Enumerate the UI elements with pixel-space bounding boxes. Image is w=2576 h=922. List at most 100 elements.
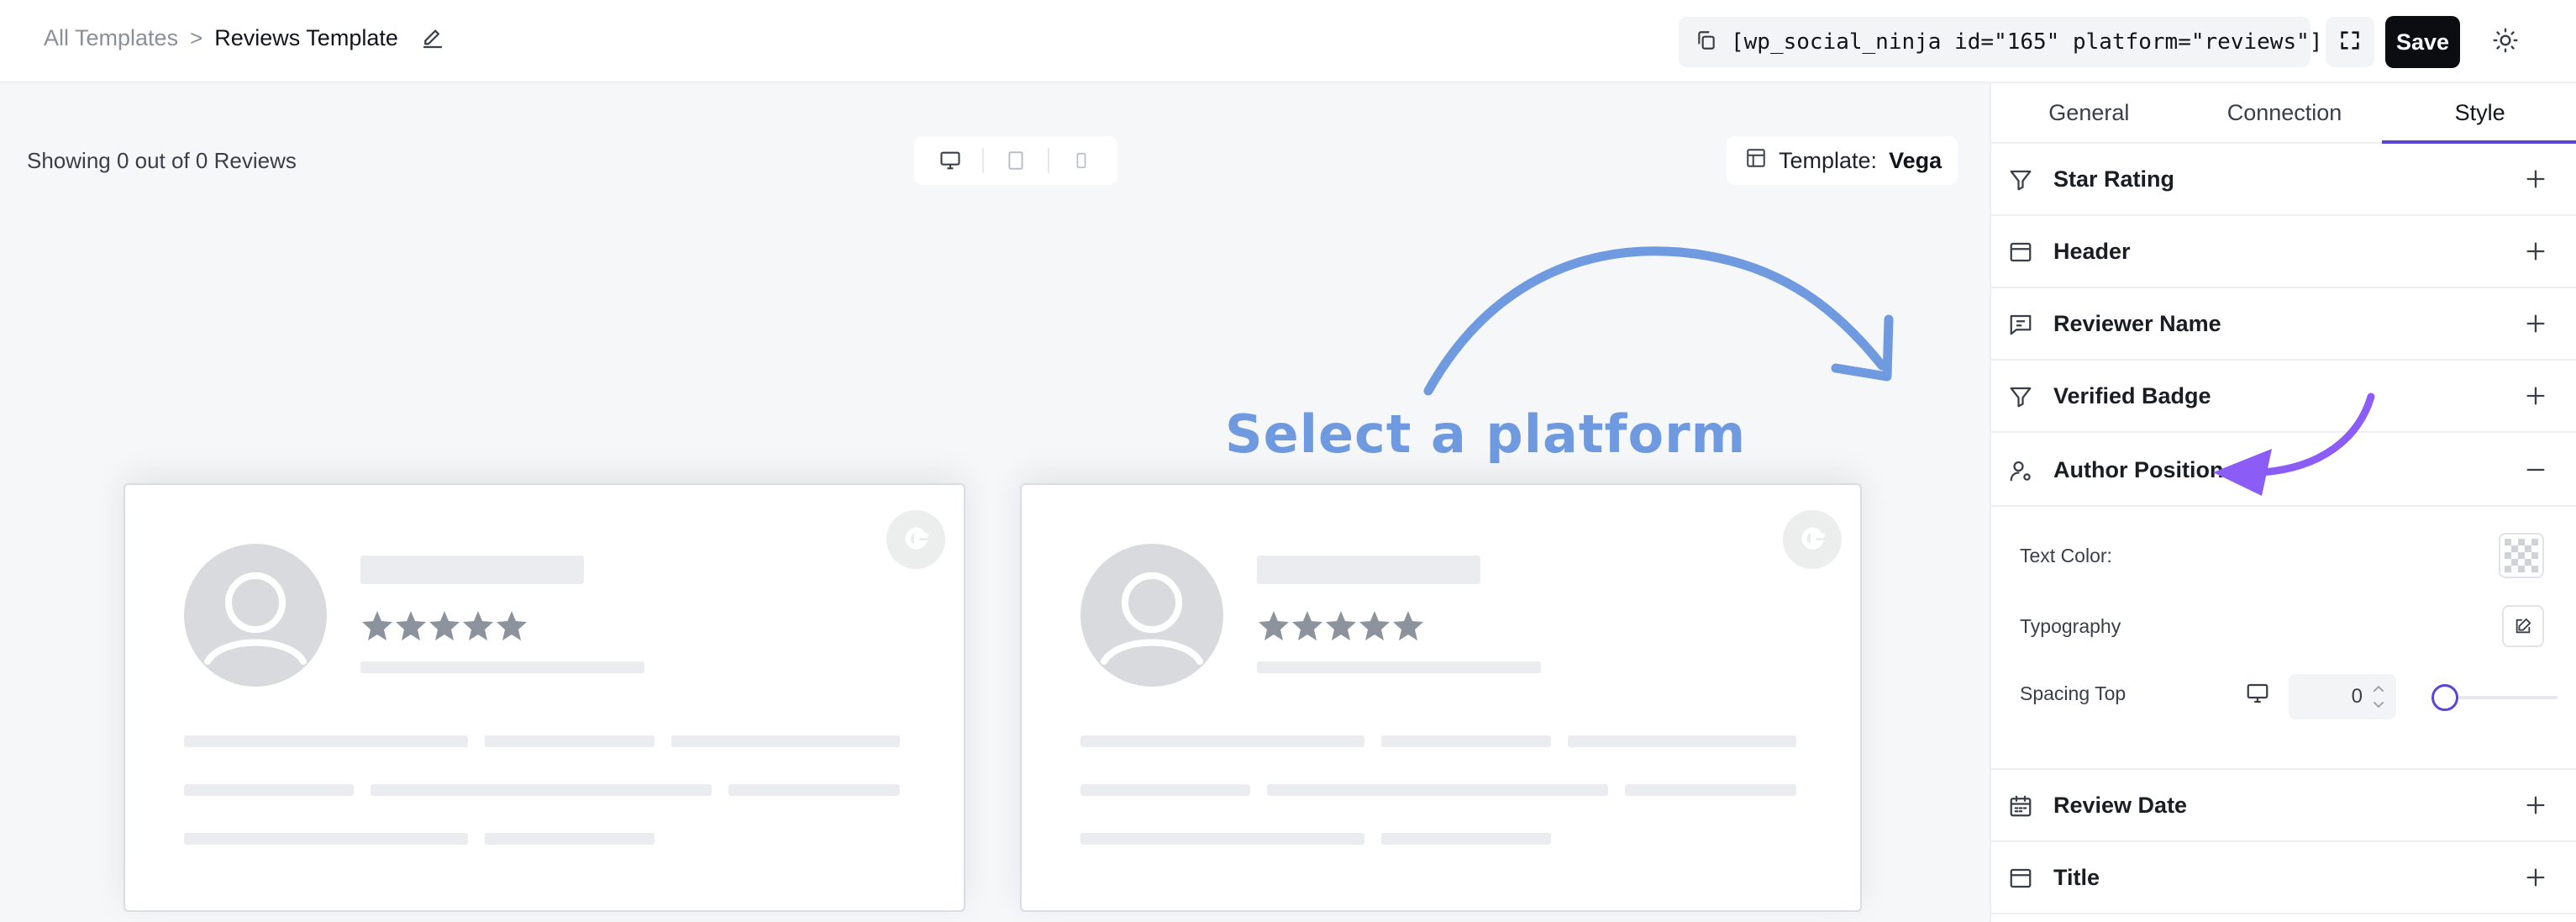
breadcrumb-separator: > bbox=[190, 25, 203, 50]
plus-icon[interactable] bbox=[2524, 384, 2547, 408]
placeholder-line bbox=[184, 735, 468, 747]
window-icon bbox=[2010, 868, 2032, 888]
calendar-icon bbox=[2010, 795, 2032, 817]
star-rating-icon bbox=[1259, 611, 1423, 640]
annotation-arrow-icon bbox=[2213, 393, 2375, 496]
spacing-top-input[interactable]: 0 bbox=[2289, 674, 2396, 719]
placeholder-line bbox=[1568, 735, 1796, 747]
expand-icon bbox=[2338, 29, 2362, 56]
stepper-arrows-icon[interactable] bbox=[2371, 679, 2386, 714]
text-color-picker[interactable] bbox=[2499, 533, 2544, 578]
placeholder-line bbox=[1257, 661, 1541, 673]
google-icon bbox=[1783, 510, 1842, 569]
mobile-icon[interactable] bbox=[1069, 148, 1094, 173]
divider bbox=[981, 148, 984, 173]
star-rating-icon bbox=[362, 611, 527, 640]
avatar bbox=[184, 544, 327, 687]
section-title[interactable]: Title bbox=[1991, 842, 2576, 914]
section-header[interactable]: Header bbox=[1991, 216, 2576, 288]
plus-icon[interactable] bbox=[2524, 240, 2547, 263]
typography-label: Typography bbox=[2020, 615, 2121, 637]
spacing-top-slider[interactable] bbox=[2431, 684, 2558, 711]
top-bar: All Templates > Reviews Template [wp_soc… bbox=[0, 0, 2576, 83]
section-label: Star Rating bbox=[2053, 166, 2175, 192]
placeholder-line bbox=[728, 784, 900, 796]
section-star-rating[interactable]: Star Rating bbox=[1991, 144, 2576, 216]
placeholder-line bbox=[1381, 735, 1551, 747]
placeholder-line bbox=[1080, 784, 1250, 796]
placeholder-line bbox=[1267, 784, 1608, 796]
message-icon bbox=[2010, 314, 2032, 335]
section-reviewer-name[interactable]: Reviewer Name bbox=[1991, 288, 2576, 361]
shortcode-copy[interactable]: [wp_social_ninja id="165" platform="revi… bbox=[1679, 17, 2322, 67]
placeholder-line bbox=[1381, 833, 1551, 845]
settings-tabs: General Connection Style bbox=[1991, 83, 2576, 144]
section-label: Author Position bbox=[2053, 456, 2224, 482]
copy-icon bbox=[1695, 29, 1717, 55]
plus-icon[interactable] bbox=[2524, 866, 2547, 889]
shortcode-text: [wp_social_ninja id="165" platform="revi… bbox=[1731, 29, 2323, 55]
section-label: Title bbox=[2053, 864, 2100, 890]
user-pin-icon bbox=[2010, 461, 2031, 482]
curved-arrow-icon bbox=[1423, 246, 1894, 396]
avatar bbox=[1080, 544, 1223, 687]
tab-connection[interactable]: Connection bbox=[2187, 83, 2383, 142]
breadcrumb: All Templates > Reviews Template bbox=[44, 25, 445, 51]
placeholder-line bbox=[360, 556, 584, 584]
sun-icon bbox=[2492, 27, 2519, 58]
placeholder-line bbox=[485, 735, 655, 747]
section-review-date[interactable]: Review Date bbox=[1991, 770, 2576, 842]
section-label: Header bbox=[2053, 238, 2131, 264]
author-position-settings: Text Color: Typography Spacing Top 0 bbox=[1991, 508, 2576, 770]
review-card-placeholder bbox=[1020, 483, 1862, 912]
placeholder-line bbox=[485, 833, 655, 845]
text-color-label: Text Color: bbox=[2020, 545, 2112, 566]
save-button[interactable]: Save bbox=[2385, 16, 2460, 68]
plus-icon[interactable] bbox=[2524, 793, 2547, 817]
layout-icon bbox=[1745, 147, 1767, 175]
section-label: Review Date bbox=[2053, 792, 2188, 818]
section-label: Verified Badge bbox=[2053, 382, 2211, 408]
transparent-swatch-icon bbox=[2505, 539, 2538, 572]
placeholder-line bbox=[1257, 556, 1480, 584]
spacing-top-label: Spacing Top bbox=[2020, 682, 2127, 704]
placeholder-line bbox=[360, 661, 644, 673]
slider-thumb[interactable] bbox=[2431, 684, 2458, 711]
review-card-placeholder bbox=[124, 483, 965, 912]
plus-icon[interactable] bbox=[2524, 312, 2547, 335]
section-label: Reviewer Name bbox=[2053, 310, 2221, 336]
breadcrumb-all-templates[interactable]: All Templates bbox=[44, 25, 178, 51]
pencil-icon[interactable] bbox=[420, 26, 445, 51]
placeholder-line bbox=[371, 784, 712, 796]
placeholder-line bbox=[184, 784, 354, 796]
placeholder-line bbox=[184, 833, 468, 845]
edit-icon bbox=[2516, 618, 2531, 634]
tablet-icon[interactable] bbox=[1003, 148, 1028, 173]
divider bbox=[1048, 148, 1050, 173]
minus-icon[interactable] bbox=[2524, 458, 2547, 482]
placeholder-line bbox=[671, 735, 900, 747]
tab-general[interactable]: General bbox=[1991, 83, 2187, 142]
breadcrumb-current: Reviews Template bbox=[214, 25, 398, 50]
desktop-icon[interactable] bbox=[2245, 681, 2270, 706]
filter-icon bbox=[2010, 170, 2032, 191]
theme-toggle-button[interactable] bbox=[2484, 20, 2527, 64]
placeholder-line bbox=[1080, 735, 1364, 747]
device-preview-switcher bbox=[914, 136, 1117, 185]
typography-edit-button[interactable] bbox=[2502, 605, 2544, 647]
filter-icon bbox=[2010, 387, 2032, 408]
plus-icon[interactable] bbox=[2524, 167, 2547, 191]
spacing-top-value: 0 bbox=[2351, 685, 2363, 708]
select-platform-hint: Select a platform bbox=[1225, 403, 1747, 465]
placeholder-line bbox=[1625, 784, 1796, 796]
template-value: Vega bbox=[1889, 147, 1943, 173]
tab-style[interactable]: Style bbox=[2382, 83, 2576, 144]
placeholder-line bbox=[1080, 833, 1364, 845]
reviews-count-text: Showing 0 out of 0 Reviews bbox=[27, 148, 297, 173]
settings-panel: General Connection Style Star Rating Hea… bbox=[1990, 83, 2576, 922]
template-label: Template: bbox=[1779, 147, 1878, 173]
google-icon bbox=[886, 510, 945, 569]
fullscreen-button[interactable] bbox=[2326, 17, 2374, 67]
desktop-icon[interactable] bbox=[938, 148, 963, 173]
template-selector[interactable]: Template: Vega bbox=[1727, 136, 1958, 185]
